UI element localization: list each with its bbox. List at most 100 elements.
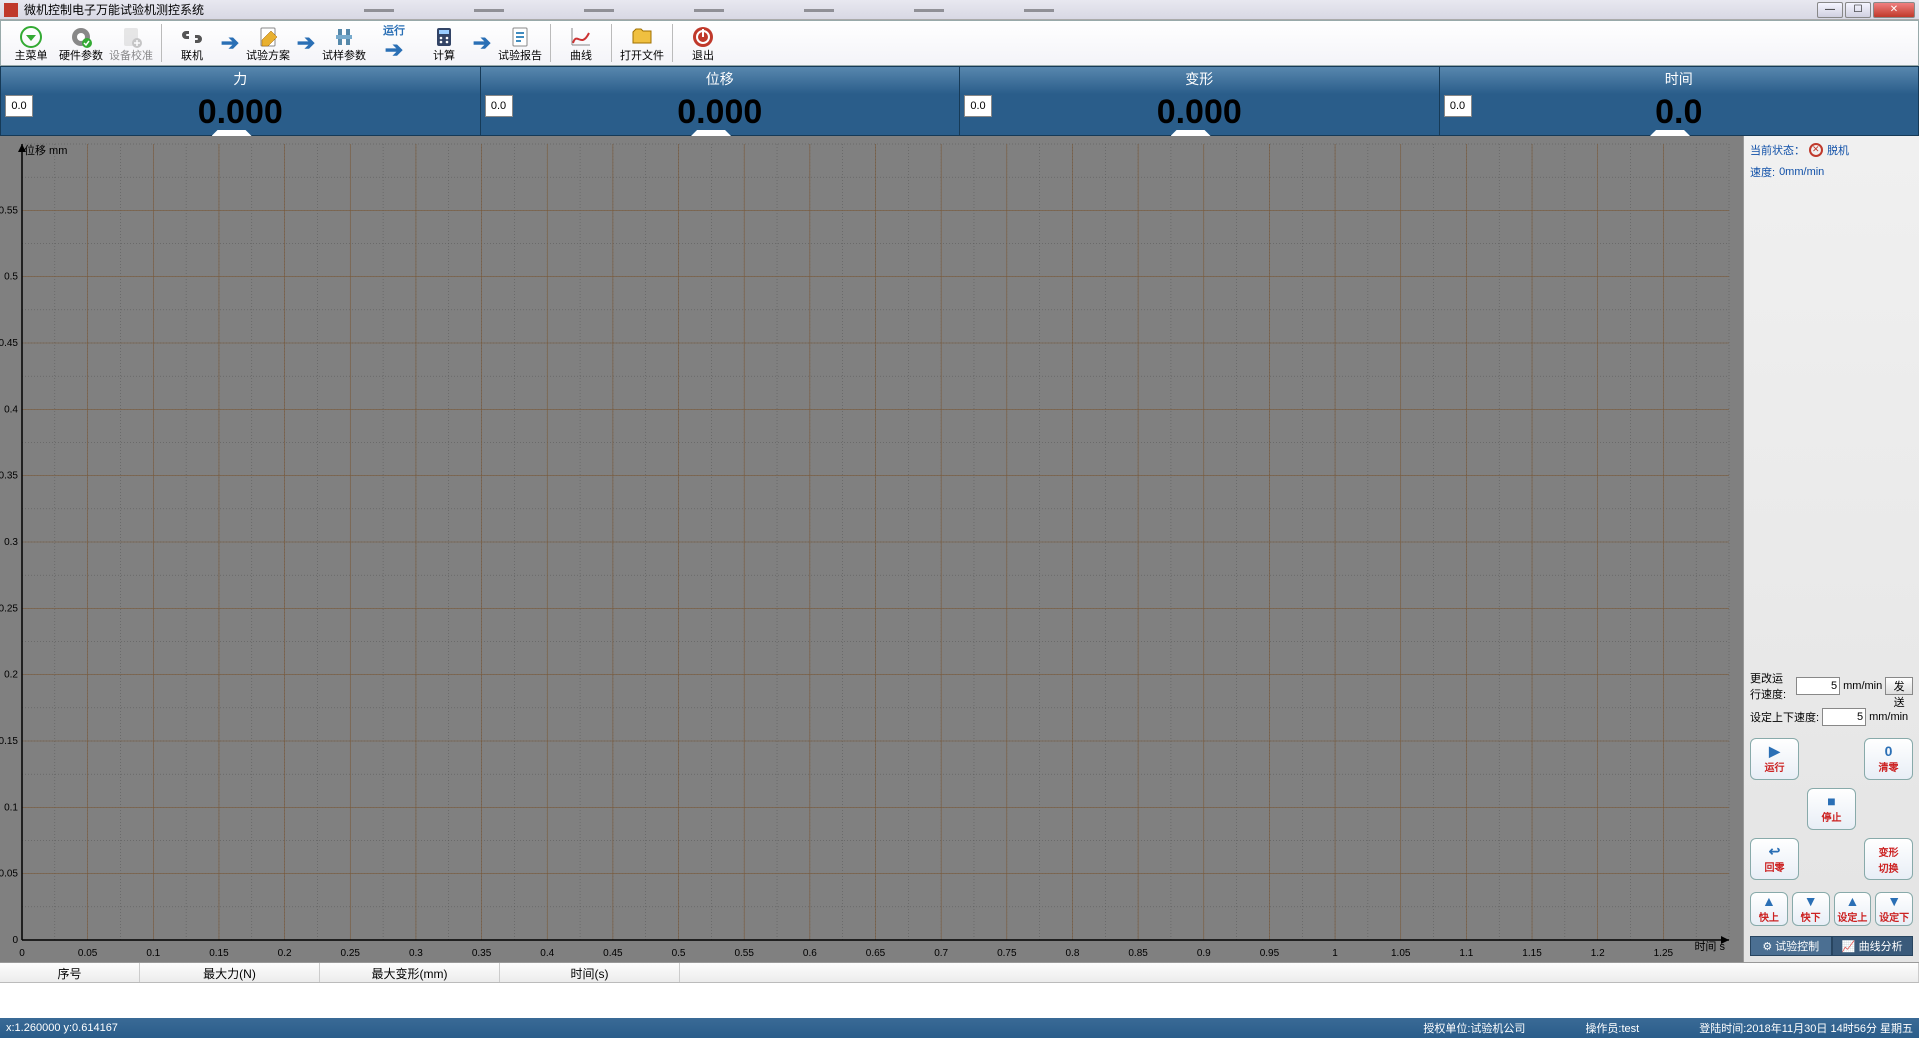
return-zero-button[interactable]: ↩回零 [1750,838,1799,880]
svg-text:0: 0 [12,935,18,946]
change-speed-input[interactable] [1796,677,1840,695]
link-icon [180,25,204,49]
toolbar-separator [672,24,673,62]
toolbar: 主菜单 硬件参数 设备校准 联机 ➔ 试验方案 ➔ 试样参数 运行 ➔ 计算 ➔… [0,20,1919,66]
svg-text:0.6: 0.6 [803,948,817,959]
data-table: 序号 最大力(N) 最大变形(mm) 时间(s) [0,962,1919,1018]
sample-icon [332,25,356,49]
run-button[interactable]: 运行 ➔ [370,22,418,64]
zero-icon: 0 [1885,744,1893,758]
toolbar-separator [161,24,162,62]
run-control-button[interactable]: ▶运行 [1750,738,1799,780]
svg-text:0.2: 0.2 [278,948,292,959]
svg-text:0.35: 0.35 [472,948,492,959]
status-label: 当前状态： [1750,142,1805,158]
titlebar: 微机控制电子万能试验机测控系统 ▬▬▬▬▬▬▬▬▬▬▬▬▬▬▬▬▬▬▬▬▬ — … [0,0,1919,20]
folder-open-icon [630,25,654,49]
down-arrow-circle-icon [19,25,43,49]
return-icon: ↩ [1769,844,1781,858]
col-max-deform[interactable]: 最大变形(mm) [320,963,500,982]
change-speed-label: 更改运行速度: [1750,670,1793,702]
zero-clear-button[interactable]: 0清零 [1864,738,1913,780]
svg-text:0.1: 0.1 [4,802,18,813]
col-max-force[interactable]: 最大力(N) [140,963,320,982]
svg-text:0.1: 0.1 [146,948,160,959]
svg-text:0.65: 0.65 [866,948,886,959]
down-arrow-icon: ▼ [1887,894,1901,908]
chart-area[interactable]: 0 0.05 0.1 0.15 0.2 0.25 0.3 0.35 0.4 0.45 0.5 0.55… [0,136,1743,962]
set-ud-speed-label: 设定上下速度: [1750,709,1819,725]
tab-curve-analysis[interactable]: 📈曲线分析 [1832,936,1914,956]
fast-down-button[interactable]: ▼快下 [1792,892,1830,926]
test-plan-button[interactable]: 试验方案 [244,22,292,64]
minimize-button[interactable]: — [1817,2,1843,18]
svg-text:0.25: 0.25 [0,603,18,614]
svg-text:1: 1 [1332,948,1338,959]
svg-text:0.55: 0.55 [0,205,18,216]
set-ud-speed-input[interactable] [1822,708,1866,726]
svg-text:0.05: 0.05 [0,869,18,880]
stop-control-button[interactable]: ■停止 [1807,788,1856,830]
table-body[interactable] [0,983,1919,1018]
test-report-button[interactable]: 试验报告 [496,22,544,64]
open-file-button[interactable]: 打开文件 [618,22,666,64]
report-icon [508,25,532,49]
offline-icon [1809,143,1823,157]
exit-button[interactable]: 退出 [679,22,727,64]
side-panel: 当前状态： 脱机 速度: 0mm/min 更改运行速度: mm/min 发送 设… [1743,136,1919,962]
main-menu-button[interactable]: 主菜单 [7,22,55,64]
down-arrow-icon: ▼ [1804,894,1818,908]
svg-text:0.7: 0.7 [934,948,948,959]
svg-text:0.15: 0.15 [209,948,229,959]
close-button[interactable]: ✕ [1873,2,1915,18]
speed-label: 速度: [1750,164,1775,180]
background-tabs: ▬▬▬▬▬▬▬▬▬▬▬▬▬▬▬▬▬▬▬▬▬ [364,4,1817,15]
play-icon: ▶ [1769,744,1780,758]
unit-label: mm/min [1843,680,1882,692]
svg-text:1.2: 1.2 [1591,948,1605,959]
calculate-button[interactable]: 计算 [420,22,468,64]
clipboard-pencil-icon [256,25,280,49]
svg-text:1.25: 1.25 [1654,948,1674,959]
readout-displacement: 位移 0.0 0.000 [481,67,961,135]
unit-selector[interactable]: 0.0 [485,95,513,117]
svg-text:0.25: 0.25 [341,948,361,959]
unit-selector[interactable]: 0.0 [1444,95,1472,117]
fast-up-button[interactable]: ▲快上 [1750,892,1788,926]
operator: 操作员:test [1585,1020,1639,1036]
set-down-button[interactable]: ▼设定下 [1875,892,1913,926]
gear-icon: ⚙ [1762,940,1772,953]
col-time[interactable]: 时间(s) [500,963,680,982]
svg-text:0.15: 0.15 [0,736,18,747]
up-arrow-icon: ▲ [1845,894,1859,908]
readout-force: 力 0.0 0.000 [1,67,481,135]
deform-switch-button[interactable]: 变形切换 [1864,838,1913,880]
svg-text:0.5: 0.5 [672,948,686,959]
x-axis-label: 时间 s [1694,938,1725,954]
auth-unit: 授权单位:试验机公司 [1423,1020,1525,1036]
curve-button[interactable]: 曲线 [557,22,605,64]
svg-text:1.1: 1.1 [1459,948,1473,959]
svg-text:0.85: 0.85 [1128,948,1148,959]
svg-text:0.4: 0.4 [4,404,18,415]
col-index[interactable]: 序号 [0,963,140,982]
device-calib-button: 设备校准 [107,22,155,64]
unit-selector[interactable]: 0.0 [5,95,33,117]
set-up-button[interactable]: ▲设定上 [1834,892,1872,926]
svg-text:0.45: 0.45 [603,948,623,959]
svg-text:0: 0 [19,948,25,959]
power-icon [691,25,715,49]
arrow-right-icon: ➔ [294,31,318,55]
connect-button[interactable]: 联机 [168,22,216,64]
svg-text:0.55: 0.55 [734,948,754,959]
status-value: 脱机 [1827,142,1849,158]
tab-test-control[interactable]: ⚙试验控制 [1750,936,1832,956]
svg-text:0.3: 0.3 [409,948,423,959]
send-button[interactable]: 发送 [1885,677,1913,695]
maximize-button[interactable]: ☐ [1845,2,1871,18]
unit-selector[interactable]: 0.0 [964,95,992,117]
sample-params-button[interactable]: 试样参数 [320,22,368,64]
svg-text:0.5: 0.5 [4,272,18,283]
hardware-params-button[interactable]: 硬件参数 [57,22,105,64]
up-arrow-icon: ▲ [1762,894,1776,908]
